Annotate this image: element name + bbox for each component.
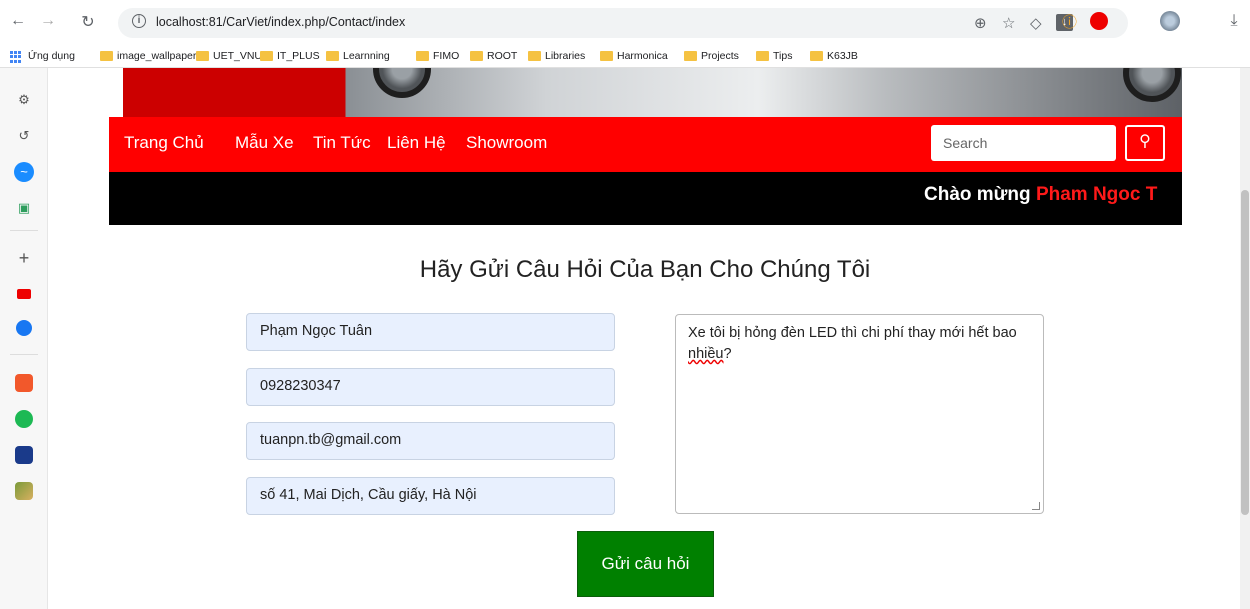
folder-icon <box>470 51 483 61</box>
search-icon: ⚲ <box>1139 133 1151 150</box>
car-wheel-left <box>373 68 431 98</box>
phone-field[interactable]: 0928230347 <box>246 368 615 406</box>
nav-item-home[interactable]: Trang Chủ <box>124 133 204 153</box>
folder-icon <box>810 51 823 61</box>
search-input[interactable] <box>931 125 1116 161</box>
game-controller-icon[interactable]: ▣ <box>14 198 34 218</box>
email-field[interactable]: tuanpn.tb@gmail.com <box>246 422 615 460</box>
messenger-icon[interactable]: ~ <box>14 162 34 182</box>
bookmark-learnning[interactable]: Learnning <box>326 50 390 62</box>
message-text-end: ? <box>723 346 732 362</box>
facebook-icon[interactable] <box>16 320 32 336</box>
tiki-icon[interactable] <box>15 446 33 464</box>
youtube-icon[interactable] <box>17 289 31 299</box>
history-icon[interactable]: ↺ <box>14 126 34 146</box>
warning-extension-icon[interactable]: ⓘ <box>1062 11 1080 31</box>
hero-banner <box>123 68 1182 117</box>
apps-icon[interactable] <box>10 51 22 63</box>
welcome-user-name: Pham Ngoc T <box>1035 184 1158 205</box>
folder-icon <box>100 51 113 61</box>
folder-icon <box>326 51 339 61</box>
folder-icon <box>416 51 429 61</box>
bookmark-root[interactable]: ROOT <box>470 50 517 62</box>
nav-item-news[interactable]: Tin Tức <box>313 133 371 153</box>
folder-icon <box>756 51 769 61</box>
bookmarks-bar: Ứng dụng image_wallpaper UET_VNU IT_PLUS… <box>0 46 1250 68</box>
welcome-message: Chào mừng Pham Ngoc T <box>924 184 1157 206</box>
folder-icon <box>528 51 541 61</box>
message-text: Xe tôi bị hỏng đèn LED thì chi phí thay … <box>688 325 1017 341</box>
spotify-icon[interactable] <box>15 410 33 428</box>
shopee-icon[interactable] <box>15 374 33 392</box>
zoom-icon[interactable]: ⊕ <box>974 14 987 32</box>
page-scrollbar-thumb[interactable] <box>1241 190 1249 515</box>
browser-toolbar: ← → ↻ i localhost:81/CarViet/index.php/C… <box>0 0 1250 46</box>
shield-icon[interactable]: ◇ <box>1030 14 1042 32</box>
bookmark-harmonica[interactable]: Harmonica <box>600 50 668 62</box>
sidebar-divider <box>10 230 38 231</box>
bookmark-libraries[interactable]: Libraries <box>528 50 585 62</box>
bookmark-apps[interactable]: Ứng dụng <box>28 50 75 62</box>
sidebar-divider <box>10 354 38 355</box>
message-misspelled-word: nhiều <box>688 346 724 362</box>
submit-question-button[interactable]: Gửi câu hỏi <box>577 531 714 597</box>
form-title: Hãy Gửi Câu Hỏi Của Bạn Cho Chúng Tôi <box>419 256 871 283</box>
forward-icon[interactable]: → <box>38 12 58 30</box>
opera-extension-icon[interactable] <box>1090 12 1108 30</box>
car-wheel-right <box>1123 68 1181 102</box>
resize-handle[interactable] <box>1032 502 1040 510</box>
bookmark-k63jb[interactable]: K63JB <box>810 50 858 62</box>
address-field[interactable]: số 41, Mai Dịch, Cầu giấy, Hà Nội <box>246 477 615 515</box>
profile-avatar[interactable] <box>1160 11 1180 31</box>
folder-icon <box>600 51 613 61</box>
settings-icon[interactable]: ⚙ <box>14 90 34 110</box>
bookmark-image-wallpaper[interactable]: image_wallpaper <box>100 50 196 62</box>
message-textarea[interactable]: Xe tôi bị hỏng đèn LED thì chi phí thay … <box>675 314 1044 514</box>
game-app-icon[interactable] <box>15 482 33 500</box>
back-icon[interactable]: ← <box>8 12 28 30</box>
reload-icon[interactable]: ↻ <box>78 12 98 32</box>
bookmark-fimo[interactable]: FIMO <box>416 50 459 62</box>
bookmark-tips[interactable]: Tips <box>756 50 792 62</box>
nav-item-models[interactable]: Mẫu Xe <box>235 133 294 153</box>
folder-icon <box>684 51 697 61</box>
nav-item-showroom[interactable]: Showroom <box>466 133 547 153</box>
bookmark-uet-vnu[interactable]: UET_VNU <box>196 50 262 62</box>
search-button[interactable]: ⚲ <box>1125 125 1165 161</box>
address-bar[interactable]: i localhost:81/CarViet/index.php/Contact… <box>118 8 1128 38</box>
bookmark-projects[interactable]: Projects <box>684 50 739 62</box>
welcome-greeting: Chào mừng <box>924 184 1031 205</box>
main-navbar: Trang Chủ Mẫu Xe Tin Tức Liên Hệ Showroo… <box>109 117 1182 172</box>
folder-icon <box>196 51 209 61</box>
site-info-icon[interactable]: i <box>132 14 146 28</box>
name-field[interactable]: Phạm Ngọc Tuân <box>246 313 615 351</box>
folder-icon <box>260 51 273 61</box>
nav-item-contact[interactable]: Liên Hệ <box>387 133 446 153</box>
downloads-icon[interactable]: ⤓ <box>1224 12 1244 30</box>
browser-sidebar: ⚙ ↺ ~ ▣ + <box>0 68 48 609</box>
address-url[interactable]: localhost:81/CarViet/index.php/Contact/i… <box>156 15 405 29</box>
bookmark-it-plus[interactable]: IT_PLUS <box>260 50 320 62</box>
welcome-ticker: Chào mừng Pham Ngoc T <box>109 172 1182 225</box>
bookmark-star-icon[interactable]: ☆ <box>1002 14 1015 32</box>
